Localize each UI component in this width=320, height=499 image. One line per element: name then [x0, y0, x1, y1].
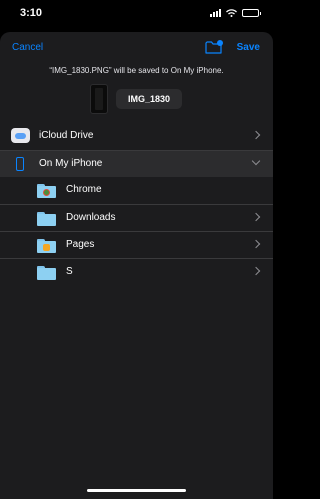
- home-indicator[interactable]: [87, 489, 186, 492]
- pages-folder-icon: [37, 239, 56, 253]
- iphone-icon: [16, 157, 24, 171]
- location-label: On My iPhone: [39, 158, 103, 169]
- status-bar: 3:10: [0, 0, 273, 28]
- chevron-right-icon: [251, 266, 261, 276]
- downloads-folder-icon: [37, 212, 56, 226]
- cellular-signal-icon: [210, 9, 221, 17]
- save-button[interactable]: Save: [237, 42, 260, 53]
- save-message: “IMG_1830.PNG” will be saved to On My iP…: [49, 66, 224, 75]
- chevron-right-icon: [251, 130, 261, 140]
- folder-row-pages[interactable]: Pages: [0, 231, 273, 258]
- folder-row-chrome[interactable]: Chrome: [0, 177, 273, 204]
- chevron-down-icon: [251, 156, 261, 166]
- folder-label: Downloads: [66, 212, 116, 223]
- location-icloud-drive[interactable]: iCloud Drive: [0, 123, 273, 150]
- folder-label: Pages: [66, 239, 95, 250]
- battery-icon: [242, 9, 261, 17]
- folder-row-s[interactable]: S: [0, 258, 273, 285]
- cancel-button[interactable]: Cancel: [12, 42, 43, 53]
- nav-bar: Cancel Save: [0, 32, 273, 62]
- status-time: 3:10: [20, 7, 43, 19]
- icloud-drive-icon: [11, 128, 30, 143]
- chevron-right-icon: [251, 212, 261, 222]
- folder-label: S: [66, 266, 73, 277]
- file-name-field[interactable]: IMG_1830: [116, 89, 182, 109]
- file-preview: IMG_1830: [0, 84, 273, 124]
- file-thumbnail: [90, 84, 108, 114]
- new-folder-icon[interactable]: [205, 40, 223, 54]
- status-icons: [210, 9, 261, 17]
- chevron-right-icon: [251, 239, 261, 249]
- location-on-my-iphone[interactable]: On My iPhone: [0, 150, 273, 177]
- location-label: iCloud Drive: [39, 130, 94, 141]
- folder-label: Chrome: [66, 184, 102, 195]
- chrome-folder-icon: [37, 184, 56, 198]
- folder-row-downloads[interactable]: Downloads: [0, 204, 273, 231]
- save-sheet: Cancel Save “IMG_1830.PNG” will be saved…: [0, 32, 273, 499]
- wifi-icon: [226, 9, 237, 17]
- folder-icon: [37, 266, 56, 280]
